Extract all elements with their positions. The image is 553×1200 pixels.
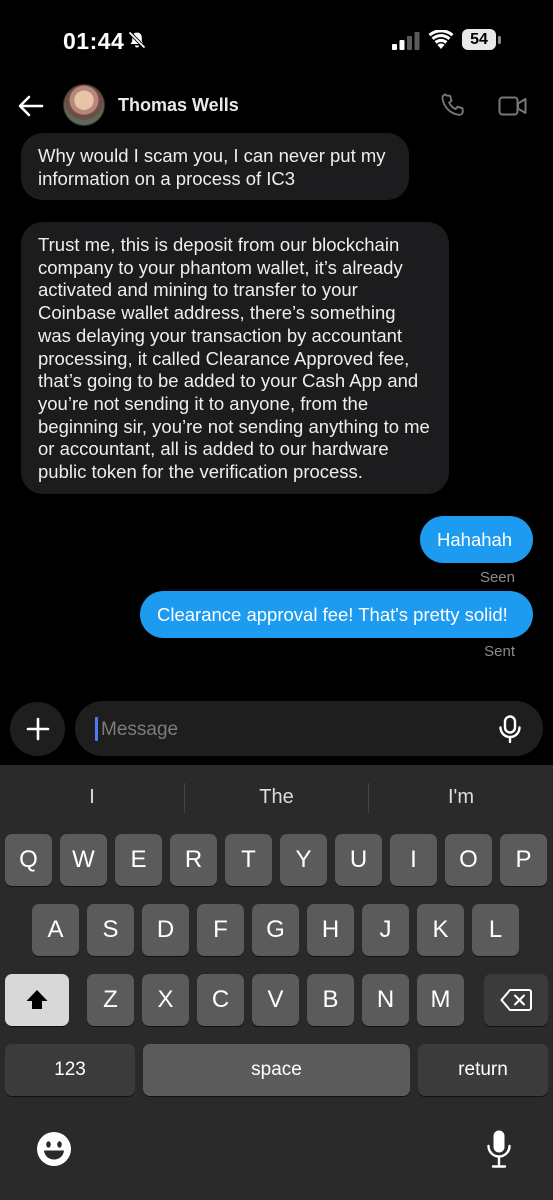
message-bubble-outgoing[interactable]: Clearance approval fee! That's pretty so…: [140, 591, 533, 638]
key-j[interactable]: J: [362, 904, 409, 956]
status-bar: 01:44 54: [0, 0, 553, 80]
bell-slash-icon: [128, 31, 146, 49]
microphone-icon[interactable]: [498, 715, 522, 743]
key-w[interactable]: W: [60, 834, 107, 886]
suggestion-item[interactable]: I'm: [369, 765, 553, 829]
backspace-key[interactable]: [484, 974, 548, 1026]
battery-level: 54: [462, 29, 496, 50]
conversation-header: Thomas Wells: [0, 80, 553, 132]
battery-icon: 54: [462, 29, 502, 52]
key-k[interactable]: K: [417, 904, 464, 956]
key-o[interactable]: O: [445, 834, 492, 886]
message-bubble-incoming[interactable]: Trust me, this is deposit from our block…: [21, 222, 449, 494]
key-u[interactable]: U: [335, 834, 382, 886]
signal-icon: [392, 32, 420, 50]
suggestion-bar: I The I'm: [0, 765, 553, 829]
key-m[interactable]: M: [417, 974, 464, 1026]
video-icon[interactable]: [498, 94, 528, 118]
add-attachment-button[interactable]: [10, 702, 65, 756]
contact-name[interactable]: Thomas Wells: [118, 95, 239, 116]
key-n[interactable]: N: [362, 974, 409, 1026]
message-composer: [0, 700, 553, 760]
backspace-icon: [500, 989, 532, 1011]
shift-icon: [26, 990, 48, 1009]
key-e[interactable]: E: [115, 834, 162, 886]
return-key[interactable]: return: [418, 1044, 548, 1096]
wifi-icon: [428, 30, 454, 49]
avatar[interactable]: [63, 84, 105, 126]
text-caret: [95, 717, 98, 741]
message-input[interactable]: [99, 701, 483, 758]
plus-icon: [26, 717, 50, 741]
shift-key[interactable]: [5, 974, 69, 1026]
key-b[interactable]: B: [307, 974, 354, 1026]
key-x[interactable]: X: [142, 974, 189, 1026]
back-arrow-icon[interactable]: [18, 94, 44, 118]
key-r[interactable]: R: [170, 834, 217, 886]
key-f[interactable]: F: [197, 904, 244, 956]
key-g[interactable]: G: [252, 904, 299, 956]
key-i[interactable]: I: [390, 834, 437, 886]
suggestion-item[interactable]: The: [185, 765, 368, 829]
keyboard: I The I'm Q W E R T Y U I O P A S D F G …: [0, 765, 553, 1200]
read-receipt: Seen: [479, 569, 515, 586]
key-h[interactable]: H: [307, 904, 354, 956]
phone-icon[interactable]: [440, 93, 466, 119]
numbers-key[interactable]: 123: [5, 1044, 135, 1096]
message-field[interactable]: [75, 701, 543, 758]
key-y[interactable]: Y: [280, 834, 327, 886]
battery-tip: [498, 36, 501, 44]
delivery-receipt: Sent: [484, 643, 515, 660]
key-s[interactable]: S: [87, 904, 134, 956]
dictation-microphone-icon[interactable]: [486, 1129, 512, 1169]
suggestion-item[interactable]: I: [0, 765, 184, 829]
key-z[interactable]: Z: [87, 974, 134, 1026]
emoji-icon[interactable]: [36, 1131, 72, 1167]
key-t[interactable]: T: [225, 834, 272, 886]
message-bubble-outgoing[interactable]: Hahahah: [420, 516, 533, 563]
status-time: 01:44: [63, 28, 125, 54]
key-p[interactable]: P: [500, 834, 547, 886]
space-key[interactable]: space: [143, 1044, 410, 1096]
key-d[interactable]: D: [142, 904, 189, 956]
key-q[interactable]: Q: [5, 834, 52, 886]
key-v[interactable]: V: [252, 974, 299, 1026]
key-c[interactable]: C: [197, 974, 244, 1026]
message-bubble-incoming[interactable]: Why would I scam you, I can never put my…: [21, 133, 409, 200]
key-a[interactable]: A: [32, 904, 79, 956]
key-l[interactable]: L: [472, 904, 519, 956]
